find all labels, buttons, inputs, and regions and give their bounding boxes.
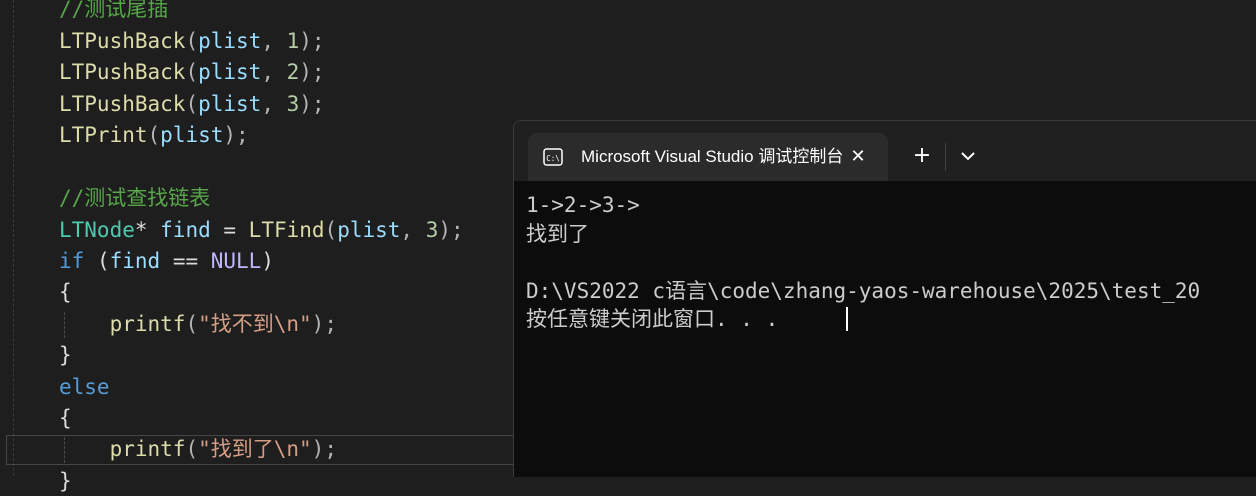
- debug-console-window[interactable]: C:\ Microsoft Visual Studio 调试控制台 ✕ + 1-…: [513, 120, 1256, 477]
- code-token: LTPrint: [59, 123, 148, 147]
- code-line: }: [59, 466, 72, 496]
- code-token: );: [311, 437, 337, 461]
- output-line: 找到了: [526, 222, 589, 246]
- code-line: LTNode* find = LTFind(plist, 3);: [59, 215, 464, 245]
- code-line: //测试查找链表: [59, 183, 210, 213]
- code-token: 3: [425, 218, 439, 242]
- code-token: (: [185, 437, 199, 461]
- code-token: plist: [337, 218, 401, 242]
- code-token: *: [134, 218, 161, 242]
- code-token: );: [223, 123, 249, 147]
- code-token: );: [311, 312, 337, 336]
- code-token: LTFind: [248, 218, 325, 242]
- code-token: else: [59, 375, 110, 399]
- code-token: );: [299, 60, 325, 84]
- code-line: }: [59, 340, 72, 370]
- code-token: ,: [261, 29, 287, 53]
- output-line: 1->2->3->: [526, 193, 640, 217]
- code-token: plist: [198, 29, 262, 53]
- code-token: {: [59, 406, 72, 430]
- close-icon[interactable]: ✕: [846, 145, 870, 169]
- code-token: LTPushBack: [59, 60, 186, 84]
- code-token: (: [185, 92, 199, 116]
- code-token: );: [299, 29, 325, 53]
- code-line: {: [59, 403, 72, 433]
- console-icon: C:\: [543, 148, 563, 166]
- code-token: 3: [286, 92, 300, 116]
- code-token: ,: [261, 60, 287, 84]
- gutter-guide: [13, 0, 14, 476]
- code-token: find: [109, 249, 161, 273]
- chevron-down-icon[interactable]: [956, 144, 980, 168]
- code-token: plist: [198, 60, 262, 84]
- text-cursor: [846, 307, 848, 331]
- code-token: );: [299, 92, 325, 116]
- code-line: {: [59, 277, 72, 307]
- code-line: if (find == NULL): [59, 246, 274, 276]
- code-line: LTPushBack(plist, 2);: [59, 57, 325, 87]
- code-token: }: [59, 469, 72, 493]
- code-token: );: [438, 218, 464, 242]
- code-token: LTPushBack: [59, 29, 186, 53]
- code-token: "找到了\n": [198, 437, 312, 461]
- code-token: LTPushBack: [59, 92, 186, 116]
- code-token: if: [59, 249, 85, 273]
- code-token: (: [147, 123, 161, 147]
- code-token: ==: [160, 249, 211, 273]
- tab-title: Microsoft Visual Studio 调试控制台: [581, 147, 843, 166]
- new-tab-button[interactable]: +: [910, 144, 934, 168]
- code-token: //测试查找链表: [59, 186, 211, 210]
- code-line: printf("找不到\n");: [59, 309, 337, 339]
- code-token: //测试尾插: [59, 0, 169, 21]
- code-token: {: [59, 280, 72, 304]
- code-line: LTPushBack(plist, 3);: [59, 89, 325, 119]
- code-token: ): [261, 249, 274, 273]
- code-token: (: [185, 60, 199, 84]
- code-line: else: [59, 372, 110, 402]
- code-token: (: [84, 249, 110, 273]
- code-token: NULL: [210, 249, 262, 273]
- code-token: (: [185, 29, 199, 53]
- code-token: 2: [286, 60, 300, 84]
- terminal-output[interactable]: 1->2->3-> 找到了 D:\VS2022 c语言\code\zhang-y…: [514, 181, 1256, 477]
- code-token: printf: [109, 437, 186, 461]
- code-line: //测试尾插: [59, 0, 168, 24]
- code-line: LTPushBack(plist, 1);: [59, 26, 325, 56]
- title-bar[interactable]: C:\ Microsoft Visual Studio 调试控制台 ✕ +: [514, 121, 1256, 181]
- code-token: printf: [109, 312, 186, 336]
- output-line: D:\VS2022 c语言\code\zhang-yaos-warehouse\…: [526, 279, 1201, 303]
- code-line: LTPrint(plist);: [59, 120, 249, 150]
- tab-debug-console[interactable]: C:\ Microsoft Visual Studio 调试控制台 ✕: [528, 133, 888, 181]
- code-token: =: [210, 218, 249, 242]
- code-token: }: [59, 343, 72, 367]
- code-token: plist: [160, 123, 224, 147]
- code-token: ,: [400, 218, 426, 242]
- code-token: (: [185, 312, 199, 336]
- output-line: 按任意键关闭此窗口. . .: [526, 307, 779, 331]
- svg-text:C:\: C:\: [546, 154, 560, 163]
- code-line: printf("找到了\n");: [59, 434, 337, 464]
- tab-separator: [945, 143, 946, 171]
- code-token: ,: [261, 92, 287, 116]
- code-token: LTNode: [59, 218, 135, 242]
- code-token: 1: [286, 29, 300, 53]
- code-token: "找不到\n": [198, 312, 312, 336]
- code-token: plist: [198, 92, 262, 116]
- code-token: (: [324, 218, 338, 242]
- code-token: find: [160, 218, 211, 242]
